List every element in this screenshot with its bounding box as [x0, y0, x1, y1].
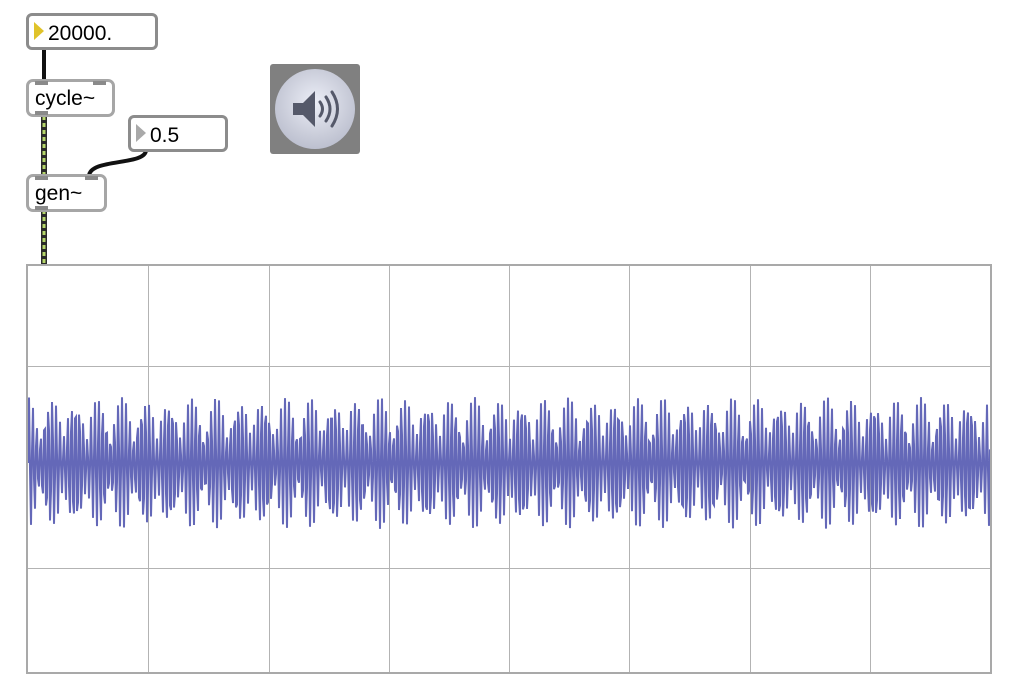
scope-canvas: [28, 266, 990, 672]
oscilloscope-display[interactable]: [26, 264, 992, 674]
cycle-inlet-left[interactable]: [35, 81, 48, 85]
audio-on-off-button[interactable]: [270, 64, 360, 154]
gen-outlet[interactable]: [35, 206, 48, 210]
param-number-box[interactable]: 0.5: [128, 115, 228, 152]
number-arrow-icon: [34, 22, 44, 40]
patchcord-param-to-gen[interactable]: [87, 149, 148, 177]
gen-inlet-right[interactable]: [85, 176, 98, 180]
speaker-disc: [275, 69, 355, 149]
cycle-inlet-right[interactable]: [93, 81, 106, 85]
cycle-object-label: cycle~: [35, 87, 96, 110]
gen-object-label: gen~: [35, 182, 83, 205]
freq-number-box[interactable]: 20000.: [26, 13, 158, 50]
freq-number-value: 20000.: [48, 22, 113, 45]
number-arrow-icon: [136, 124, 146, 142]
speaker-icon: [293, 90, 339, 128]
cycle-outlet[interactable]: [35, 111, 48, 115]
gen-object[interactable]: gen~: [26, 174, 107, 212]
gen-inlet-left[interactable]: [35, 176, 48, 180]
cycle-object[interactable]: cycle~: [26, 79, 115, 117]
param-number-value: 0.5: [150, 124, 180, 147]
